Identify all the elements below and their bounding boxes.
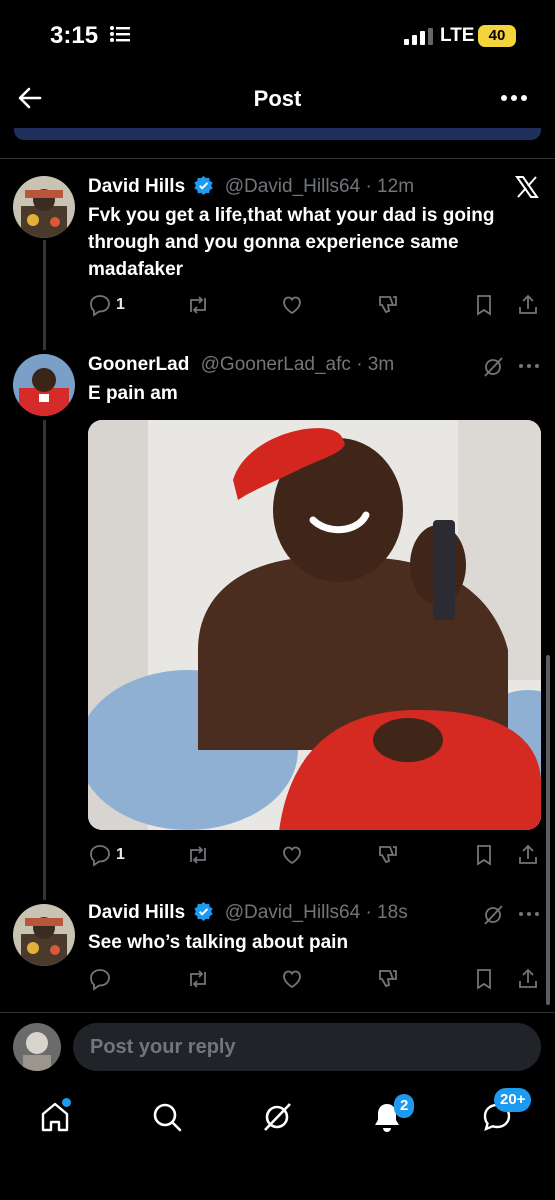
thread-connector [43,420,46,900]
bookmark-button[interactable] [472,840,496,870]
battery-indicator: 40 [478,25,516,47]
messages-count: 20+ [494,1088,532,1112]
tweet-actions: 1 [88,290,540,320]
heart-icon [283,296,301,315]
grok-icon[interactable] [481,903,505,927]
tweet-header: David Hills @David_Hills64 · 18s [88,902,408,924]
notifications-count: 2 [394,1094,415,1118]
verified-badge-icon [194,176,214,195]
tab-search[interactable] [150,1100,190,1140]
heart-icon [283,970,301,989]
previous-post-edge [14,128,541,140]
author-name[interactable]: David Hills [88,176,185,197]
home-unread-dot [62,1098,71,1107]
reply-count: 1 [116,296,125,313]
thumbs-down-icon [379,296,397,314]
reply-button[interactable] [88,964,116,994]
tweet-image[interactable] [88,420,541,830]
dislike-button[interactable] [376,964,400,994]
status-bar: 3:15 LTE 40 [0,0,555,72]
thumbs-down-icon [379,970,397,988]
share-icon [519,844,537,864]
reply-icon [90,969,110,991]
reply-icon [90,845,110,867]
reply-count: 1 [116,846,125,863]
author-name[interactable]: David Hills [88,902,185,923]
reply-button[interactable]: 1 [88,840,125,870]
bookmark-icon [477,969,491,990]
repost-button[interactable] [186,290,210,320]
search-icon [153,1103,182,1132]
tweet-actions: 1 [88,840,540,870]
share-icon [519,968,537,988]
top-header: Post [0,72,555,128]
tweet-actions [88,964,540,994]
tab-home[interactable] [38,1098,78,1140]
network-label: LTE [440,25,475,46]
dislike-button[interactable] [376,840,400,870]
bottom-tab-bar: 2 20+ [0,1082,555,1200]
like-button[interactable] [280,964,304,994]
share-button[interactable] [516,840,540,870]
dislike-button[interactable] [376,290,400,320]
repost-icon [190,970,206,988]
author-name[interactable]: GoonerLad [88,354,189,375]
heart-icon [283,846,301,865]
avatar[interactable] [13,354,75,416]
reply-button[interactable]: 1 [88,290,125,320]
grok-icon[interactable] [481,355,505,379]
like-button[interactable] [280,290,304,320]
page-title: Post [253,86,302,111]
tab-grok[interactable] [260,1100,300,1140]
tweet-text: E pain am [88,383,178,404]
bookmark-icon [477,845,491,866]
more-options-icon[interactable] [496,84,532,112]
repost-icon [190,296,206,314]
user-avatar[interactable] [13,1023,61,1071]
list-icon [110,26,130,42]
repost-icon [190,846,206,864]
repost-button[interactable] [186,840,210,870]
thumbs-down-icon [379,846,397,864]
share-icon [519,294,537,314]
tab-notifications[interactable]: 2 [370,1094,415,1140]
author-handle: @David_Hills64 [224,902,361,923]
tweet-text: Fvk you get a life,that what your dad is… [88,205,495,280]
tweet-time: · 3m [356,354,395,375]
share-button[interactable] [516,964,540,994]
x-logo-icon[interactable] [514,174,540,200]
more-options-icon[interactable] [516,355,542,377]
tweet-time: · 12m [365,176,415,197]
verified-badge-icon [194,902,214,921]
tweet-time: · 18s [365,902,408,923]
thread-connector [43,240,46,350]
avatar[interactable] [13,904,75,966]
tweet-text: See who’s talking about pain [88,932,349,953]
share-button[interactable] [516,290,540,320]
author-handle: @GoonerLad_afc [200,354,351,375]
bookmark-button[interactable] [472,964,496,994]
reply-input[interactable]: Post your reply [73,1023,541,1071]
tweet-header: GoonerLad @GoonerLad_afc · 3m [88,354,394,376]
avatar[interactable] [13,176,75,238]
reply-bar: Post your reply [0,1012,555,1082]
bookmark-button[interactable] [472,290,496,320]
author-handle: @David_Hills64 [224,176,361,197]
signal-icon [404,28,433,45]
tab-messages[interactable]: 20+ [480,1088,532,1140]
scrollbar[interactable] [546,655,550,1005]
grok-icon [264,1103,291,1131]
divider [0,158,555,159]
status-time: 3:15 [50,22,99,49]
reply-icon [90,295,110,317]
repost-button[interactable] [186,964,210,994]
bookmark-icon [477,295,491,316]
like-button[interactable] [280,840,304,870]
tweet-header: David Hills @David_Hills64 · 12m [88,176,414,198]
more-options-icon[interactable] [516,903,542,925]
